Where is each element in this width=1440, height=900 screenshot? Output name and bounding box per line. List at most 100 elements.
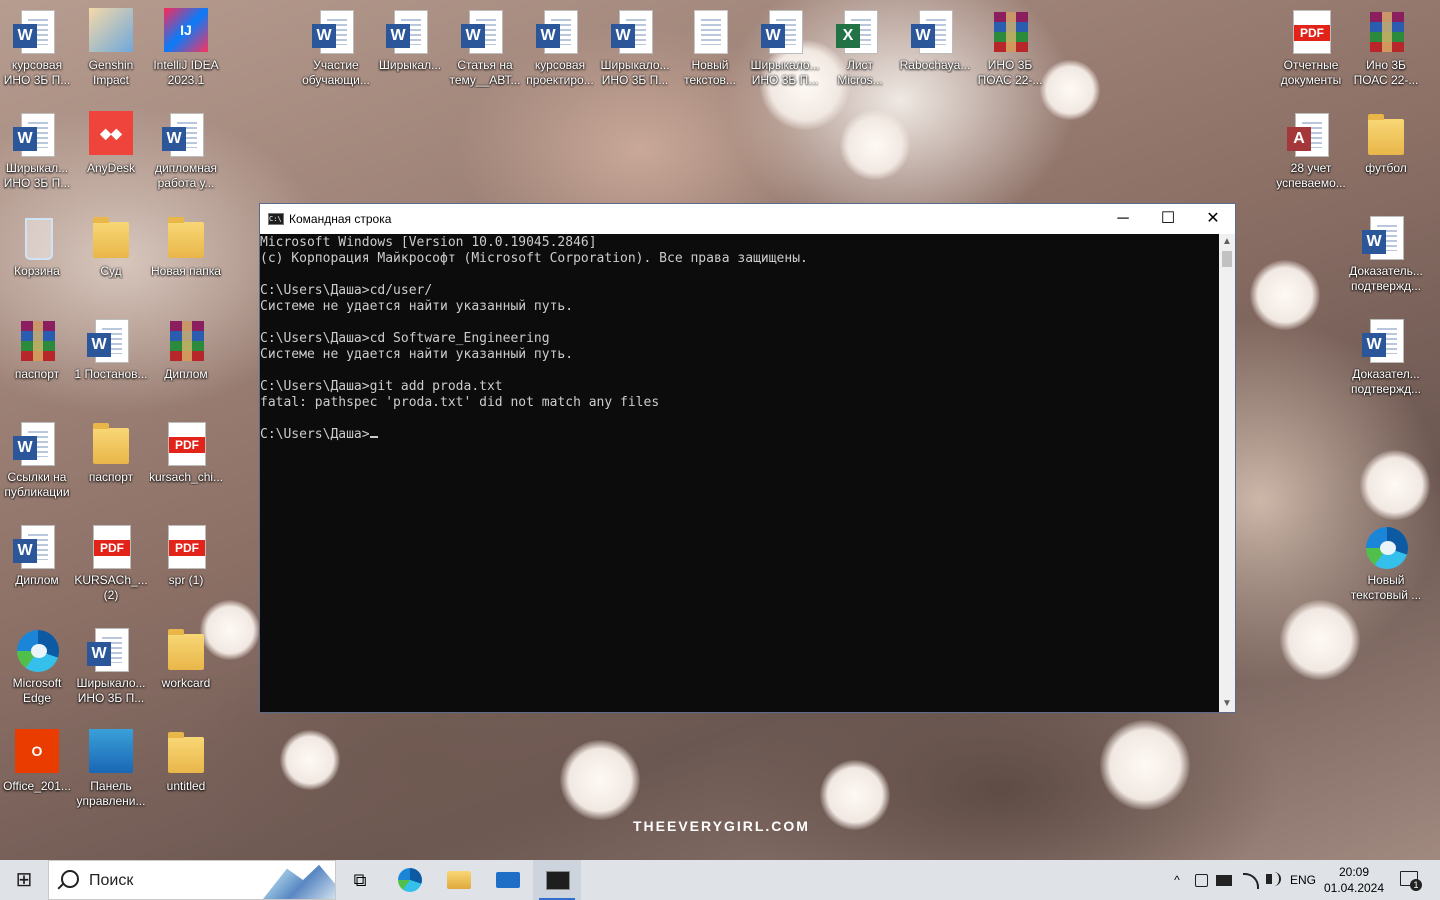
show-hidden-icons-button[interactable]: ^ [1166, 860, 1188, 900]
desktop-icon[interactable]: W Ширыкало... ИНО 3Б П... [74, 626, 148, 706]
meet-now-icon[interactable] [1192, 860, 1210, 900]
desktop-icon[interactable]: Новый текстов... [673, 8, 747, 88]
search-box[interactable]: Поиск [48, 860, 336, 900]
start-button[interactable]: ⊞ [0, 860, 48, 900]
desktop-icon[interactable]: ◆◆ AnyDesk [74, 111, 148, 176]
desktop-icon[interactable]: Wкурсовая проектиро... [523, 8, 597, 88]
volume-icon[interactable] [1262, 860, 1284, 900]
desktop-icon[interactable]: ИНО 3Б ПОАС 22-... [973, 8, 1047, 88]
desktop-icon[interactable]: Новый текстовый ... [1349, 523, 1423, 603]
app-badge: W [461, 24, 485, 48]
desktop-icon[interactable]: O Office_201... [0, 729, 74, 794]
console-line: C:\Users\Даша> [260, 427, 1219, 443]
desktop-icon[interactable]: workcard [149, 626, 223, 691]
taskbar-edge-button[interactable] [386, 860, 434, 900]
app-badge: W [1362, 333, 1386, 357]
pdf-page: PDF [93, 525, 131, 569]
task-view-button[interactable]: ⧉ [336, 860, 384, 900]
word-file-icon: W [761, 8, 809, 56]
desktop-icon[interactable]: Genshin Impact [74, 8, 148, 88]
desktop-icon[interactable]: W Диплом [0, 523, 74, 588]
vertical-scrollbar[interactable]: ▲ ▼ [1219, 234, 1235, 712]
input-language[interactable]: ENG [1288, 860, 1318, 900]
console-line: Microsoft Windows [Version 10.0.19045.28… [260, 235, 597, 250]
desktop-icon[interactable]: W Ширыкало... ИНО 3Б П... [748, 8, 822, 88]
app-file-icon: IJ [162, 8, 210, 56]
bin-file-icon [13, 214, 61, 262]
desktop-icon[interactable]: W Ширыкал... [373, 8, 447, 73]
desktop-icon[interactable]: Ино 3Б ПОАС 22-... [1349, 8, 1423, 88]
console-line: C:\Users\Даша>git add proda.txt [260, 379, 503, 394]
taskbar-mail-button[interactable] [484, 860, 532, 900]
text-cursor [369, 436, 378, 438]
taskbar-command-prompt-button[interactable] [533, 860, 581, 900]
app-badge: W [611, 24, 635, 48]
maximize-button[interactable]: ☐ [1145, 204, 1191, 234]
desktop-icon-label: Корзина [14, 264, 60, 278]
desktop-icon[interactable]: W Ширыкало... ИНО 3Б П... [598, 8, 672, 88]
pdf-label: PDF [1294, 25, 1330, 41]
desktop-icon-label: Диплом [15, 573, 59, 587]
desktop-icon[interactable]: W Участие обучающи... [299, 8, 373, 88]
desktop-icon[interactable]: Wкурсовая ИНО 3Б П... [0, 8, 74, 88]
desktop-icon[interactable]: PDF kursach_chi... [149, 420, 223, 485]
scrollbar-thumb[interactable] [1222, 251, 1232, 267]
desktop-icon[interactable]: A 28 учет успеваемо... [1274, 111, 1348, 191]
desktop-icon[interactable]: W Rabochaya... [898, 8, 972, 73]
word-file-icon: W [13, 111, 61, 159]
desktop-icon-label: spr (1) [168, 573, 204, 587]
notification-count: 1 [1410, 879, 1422, 891]
window-titlebar[interactable]: C:\ Командная строка ─ ☐ ✕ [260, 204, 1235, 234]
desktop-icon[interactable]: Wдипломная работа у... [149, 111, 223, 191]
desktop-icon[interactable]: W Статья на тему__АВТ... [448, 8, 522, 88]
rar-file-icon [162, 317, 210, 365]
notification-center-button[interactable]: 1 [1396, 860, 1426, 900]
desktop-icon-label: футбол [1365, 161, 1407, 175]
desktop-icon[interactable]: паспорт [0, 317, 74, 382]
app-badge: A [1287, 127, 1311, 151]
scroll-down-arrow-icon[interactable]: ▼ [1219, 696, 1235, 712]
desktop-icon[interactable]: Панель управлени... [74, 729, 148, 809]
taskbar-file-explorer-button[interactable] [435, 860, 483, 900]
scroll-up-arrow-icon[interactable]: ▲ [1219, 234, 1235, 250]
close-button[interactable]: ✕ [1190, 204, 1236, 234]
desktop-icon[interactable]: PDF Отчетные документы [1274, 8, 1348, 88]
desktop-icon[interactable]: Суд [74, 214, 148, 279]
minimize-button[interactable]: ─ [1100, 204, 1146, 234]
desktop-icon[interactable]: Microsoft Edge [0, 626, 74, 706]
desktop-icon-label: workcard [161, 676, 211, 690]
word-file-icon: W [536, 8, 584, 56]
desktop-icon-label: Office_201... [3, 779, 71, 793]
desktop-icon[interactable]: футбол [1349, 111, 1423, 176]
desktop-icon[interactable]: W Ширыкал... ИНО 3Б П... [0, 111, 74, 191]
console-output[interactable]: Microsoft Windows [Version 10.0.19045.28… [260, 234, 1219, 712]
network-icon[interactable] [1240, 860, 1260, 900]
desktop-icon[interactable]: Корзина [0, 214, 74, 279]
taskbar: ⊞ Поиск ⧉ ^ ENG 20:09 01.04.2024 1 [0, 860, 1440, 900]
desktop-icon[interactable]: X Лист Micros... [823, 8, 897, 88]
desktop-icon[interactable]: W Доказатель... подтвержд... [1349, 214, 1423, 294]
desktop-icon-label: паспорт [88, 470, 134, 484]
desktop-icon-label: курсовая проектиро... [526, 58, 594, 87]
desktop-icon[interactable]: W Ссылки на публикации [0, 420, 74, 500]
excel-file-icon: X [836, 8, 884, 56]
desktop-icon[interactable]: PDF KURSACh_... (2) [74, 523, 148, 603]
desktop-icon-label: untitled [166, 779, 206, 793]
desktop-icon[interactable]: W 1 Постанов... [74, 317, 148, 382]
desktop-icon[interactable]: W Доказател... подтвержд... [1349, 317, 1423, 397]
desktop-icon[interactable]: PDF spr (1) [149, 523, 223, 588]
clock[interactable]: 20:09 01.04.2024 [1318, 864, 1390, 896]
battery-icon[interactable] [1214, 860, 1234, 900]
console-line: Системе не удается найти указанный путь. [260, 347, 574, 362]
desktop-icon[interactable]: паспорт [74, 420, 148, 485]
desktop-icon[interactable]: Диплом [149, 317, 223, 382]
desktop-icon[interactable]: Новая папка [149, 214, 223, 279]
desktop-icon[interactable]: untitled [149, 729, 223, 794]
archive-shape [994, 12, 1028, 52]
word-file-icon: W [611, 8, 659, 56]
command-prompt-window[interactable]: C:\ Командная строка ─ ☐ ✕ Microsoft Win… [259, 203, 1236, 713]
desktop-icon[interactable]: IJ IntelliJ IDEA 2023.1 [149, 8, 223, 88]
